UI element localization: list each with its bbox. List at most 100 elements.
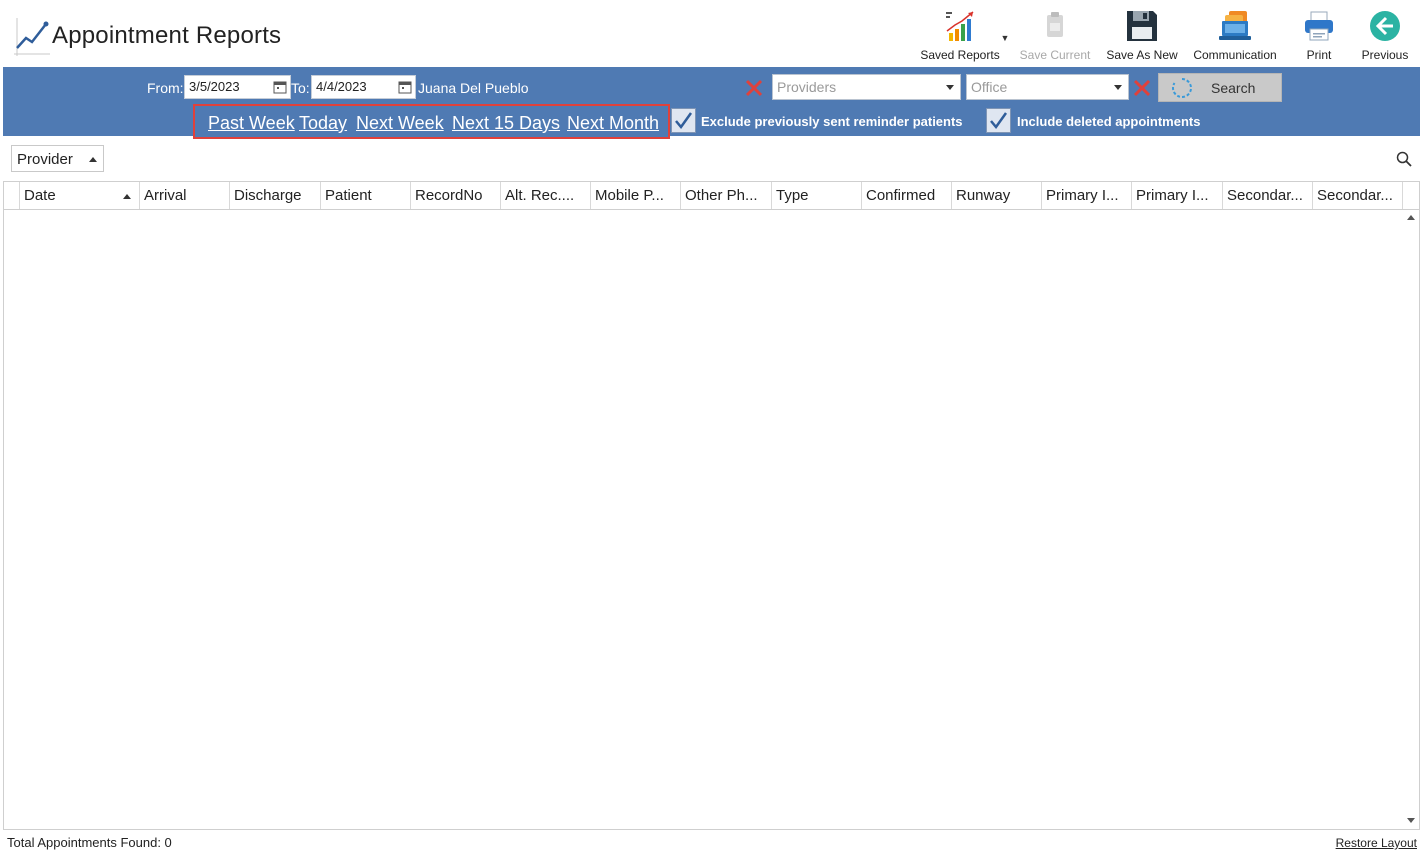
- include-deleted-label: Include deleted appointments: [1017, 114, 1201, 129]
- chevron-down-icon: [946, 85, 954, 90]
- column-header-label: Discharge: [234, 187, 302, 204]
- clear-providers-icon[interactable]: [744, 78, 764, 98]
- column-header-arrival[interactable]: Arrival: [140, 182, 230, 209]
- column-header-other-phone[interactable]: Other Ph...: [681, 182, 772, 209]
- column-header-recordno[interactable]: RecordNo: [411, 182, 501, 209]
- quick-range-past-week[interactable]: Past Week: [208, 113, 295, 134]
- column-header-label: Other Ph...: [685, 187, 758, 204]
- column-header-mobile-phone[interactable]: Mobile P...: [591, 182, 681, 209]
- row-indicator-header: [4, 182, 20, 209]
- laptop-messages-icon: [1219, 11, 1251, 40]
- communication-button[interactable]: Communication: [1185, 6, 1285, 64]
- column-header-date[interactable]: Date: [20, 182, 140, 209]
- search-button[interactable]: Search: [1158, 73, 1282, 102]
- save-as-new-label: Save As New: [1106, 48, 1178, 62]
- column-header-label: Type: [776, 187, 809, 204]
- refresh-spinner-icon: [1172, 78, 1192, 98]
- providers-placeholder: Providers: [777, 79, 837, 95]
- column-header-discharge[interactable]: Discharge: [230, 182, 321, 209]
- column-header-label: Patient: [325, 187, 372, 204]
- column-header-alt-record[interactable]: Alt. Rec....: [501, 182, 591, 209]
- appointment-reports-window: Appointment Reports Saved Reports ▼ Save…: [0, 0, 1423, 855]
- toolbar: Saved Reports ▼ Save Current Save As New…: [920, 6, 1417, 64]
- office-placeholder: Office: [971, 79, 1008, 95]
- from-date-input[interactable]: 3/5/2023: [184, 75, 291, 99]
- appointments-grid: Date Arrival Discharge Patient RecordNo …: [3, 181, 1420, 830]
- quick-range-next-week[interactable]: Next Week: [356, 113, 444, 134]
- appointments-count-status: Total Appointments Found: 0: [7, 835, 172, 850]
- group-by-provider-chip[interactable]: Provider: [11, 145, 104, 172]
- saved-reports-dropdown-caret[interactable]: ▼: [999, 6, 1011, 64]
- to-date-value: 4/4/2023: [316, 79, 367, 94]
- saved-reports-label: Saved Reports: [920, 48, 1000, 62]
- column-header-label: Confirmed: [866, 187, 936, 204]
- checkmark-icon: [990, 112, 1008, 130]
- arrow-left-circle-icon: [1370, 11, 1400, 41]
- column-header-label: Primary I...: [1046, 187, 1119, 204]
- page-title: Appointment Reports: [52, 22, 282, 49]
- title-area: Appointment Reports: [12, 14, 281, 58]
- save-current-label: Save Current: [1019, 48, 1091, 62]
- column-header-label: Runway: [956, 187, 1011, 204]
- column-header-runway[interactable]: Runway: [952, 182, 1042, 209]
- column-header-label: Arrival: [144, 187, 187, 204]
- previous-button[interactable]: Previous: [1353, 6, 1417, 64]
- saved-reports-button[interactable]: Saved Reports: [920, 6, 1000, 64]
- column-header-primary-ins-2[interactable]: Primary I...: [1132, 182, 1223, 209]
- column-header-patient[interactable]: Patient: [321, 182, 411, 209]
- bar-chart-report-icon: [946, 11, 974, 41]
- column-header-primary-ins-1[interactable]: Primary I...: [1042, 182, 1132, 209]
- clear-office-icon[interactable]: [1132, 78, 1152, 98]
- calendar-icon[interactable]: [398, 80, 412, 94]
- previous-label: Previous: [1361, 48, 1409, 62]
- sort-ascending-icon: [123, 194, 131, 199]
- column-header-secondary-ins-1[interactable]: Secondar...: [1223, 182, 1313, 209]
- from-date-value: 3/5/2023: [189, 79, 240, 94]
- column-header-label: Alt. Rec....: [505, 187, 575, 204]
- quick-range-links-highlight: Past Week Today Next Week Next 15 Days N…: [193, 104, 670, 139]
- column-header-confirmed[interactable]: Confirmed: [862, 182, 952, 209]
- to-label: To:: [291, 80, 310, 96]
- save-current-button[interactable]: Save Current: [1011, 6, 1099, 64]
- printer-icon: [1305, 11, 1333, 41]
- sort-ascending-icon: [89, 157, 97, 162]
- restore-layout-link[interactable]: Restore Layout: [1336, 836, 1417, 850]
- include-deleted-checkbox[interactable]: [986, 108, 1011, 133]
- scroll-up-arrow-icon[interactable]: [1407, 215, 1415, 220]
- filter-bar: From: 3/5/2023 To: 4/4/2023 Juana Del Pu…: [3, 67, 1420, 139]
- header: Appointment Reports Saved Reports ▼ Save…: [0, 0, 1423, 67]
- floppy-disk-icon: [1127, 11, 1157, 41]
- column-header-label: RecordNo: [415, 187, 483, 204]
- chevron-down-icon: [1114, 85, 1122, 90]
- scroll-down-arrow-icon[interactable]: [1407, 818, 1415, 823]
- group-by-label: Provider: [17, 151, 73, 168]
- checkmark-icon: [675, 112, 693, 130]
- print-button[interactable]: Print: [1291, 6, 1347, 64]
- calendar-icon[interactable]: [273, 80, 287, 94]
- search-label: Search: [1211, 80, 1256, 96]
- quick-range-today[interactable]: Today: [299, 113, 347, 134]
- providers-dropdown[interactable]: Providers: [772, 74, 961, 100]
- column-header-type[interactable]: Type: [772, 182, 862, 209]
- exclude-reminder-checkbox[interactable]: [671, 108, 696, 133]
- from-label: From:: [147, 80, 184, 96]
- column-header-label: Primary I...: [1136, 187, 1209, 204]
- print-label: Print: [1306, 48, 1332, 62]
- clipboard-icon: [1047, 12, 1063, 37]
- save-as-new-button[interactable]: Save As New: [1099, 6, 1185, 64]
- to-date-input[interactable]: 4/4/2023: [311, 75, 416, 99]
- column-header-label: Secondar...: [1227, 187, 1303, 204]
- exclude-reminder-label: Exclude previously sent reminder patient…: [701, 114, 963, 129]
- office-dropdown[interactable]: Office: [966, 74, 1129, 100]
- column-header-label: Date: [24, 187, 56, 204]
- quick-range-next-month[interactable]: Next Month: [567, 113, 659, 134]
- column-header-label: Mobile P...: [595, 187, 664, 204]
- vertical-scrollbar[interactable]: [1403, 210, 1419, 829]
- quick-range-next-15-days[interactable]: Next 15 Days: [452, 113, 560, 134]
- user-name: Juana Del Pueblo: [418, 80, 529, 96]
- grid-header-row: Date Arrival Discharge Patient RecordNo …: [4, 182, 1419, 210]
- line-chart-icon: [14, 18, 50, 56]
- column-header-secondary-ins-2[interactable]: Secondar...: [1313, 182, 1403, 209]
- column-header-label: Secondar...: [1317, 187, 1393, 204]
- search-icon[interactable]: [1396, 151, 1412, 167]
